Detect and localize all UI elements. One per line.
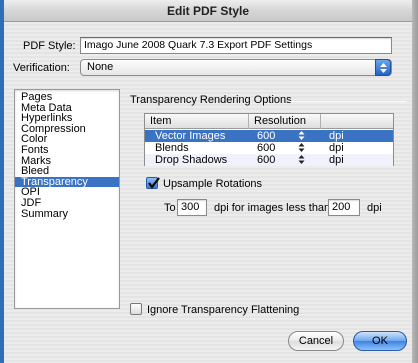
sidebar-item-jdf[interactable]: JDF (15, 198, 119, 209)
row-item-name: Vector Images (155, 130, 226, 142)
row-resolution-value[interactable]: 600 (257, 130, 275, 142)
settings-category-list[interactable]: Pages Meta Data Hyperlinks Compression C… (14, 89, 120, 309)
column-header-resolution[interactable]: Resolution (249, 114, 321, 129)
verification-popup[interactable]: None (80, 59, 392, 76)
sidebar-item-summary[interactable]: Summary (15, 208, 119, 220)
dialog-body: PDF Style: Imago June 2008 Quark 7.3 Exp… (4, 22, 412, 363)
ignore-transparency-flattening-label: Ignore Transparency Flattening (147, 304, 300, 316)
upsample-condition-label: dpi for images less than (214, 202, 331, 214)
popup-arrows-icon (375, 59, 391, 76)
window-title: Edit PDF Style (4, 0, 412, 22)
ok-button[interactable]: OK (353, 331, 407, 351)
row-resolution-value[interactable]: 600 (257, 142, 275, 154)
row-item-name: Drop Shadows (155, 154, 228, 166)
window-shadow-edge (412, 0, 418, 363)
row-resolution-value[interactable]: 600 (257, 154, 275, 166)
upsample-rotations-checkbox[interactable] (146, 177, 160, 189)
upsample-threshold-dpi-field[interactable]: 200 (328, 199, 360, 216)
row-item-name: Blends (155, 142, 189, 154)
row-unit: dpi (329, 142, 344, 154)
checkmark-icon (148, 177, 160, 189)
transparency-group-title: Transparency Rendering Options (130, 94, 292, 106)
table-row[interactable]: Drop Shadows 600 dpi (145, 154, 393, 166)
verification-value: None (87, 61, 114, 73)
group-divider (289, 101, 407, 102)
sidebar-item-fonts[interactable]: Fonts (15, 145, 119, 156)
verification-label: Verification: (13, 62, 70, 74)
upsample-to-label: To (164, 202, 176, 214)
sidebar-item-pages[interactable]: Pages (15, 92, 119, 103)
resolution-table[interactable]: Item Resolution Vector Images 600 dpi Bl… (144, 113, 394, 166)
cancel-button[interactable]: Cancel (288, 331, 344, 351)
pdf-style-label: PDF Style: (23, 40, 76, 52)
dialog-frame: Edit PDF Style PDF Style: Imago June 200… (0, 0, 418, 363)
upsample-rotations-label: Upsample Rotations (163, 178, 263, 190)
stepper-icon[interactable] (298, 154, 305, 168)
upsample-target-dpi-field[interactable]: 300 (177, 199, 207, 216)
column-header-item[interactable]: Item (145, 114, 249, 129)
table-row[interactable]: Vector Images 600 dpi (145, 130, 393, 142)
row-unit: dpi (329, 130, 344, 142)
pdf-style-field[interactable]: Imago June 2008 Quark 7.3 Export PDF Set… (80, 37, 392, 54)
row-unit: dpi (329, 154, 344, 166)
ignore-transparency-flattening-checkbox[interactable] (130, 303, 142, 315)
table-row[interactable]: Blends 600 dpi (145, 142, 393, 154)
table-header: Item Resolution (145, 114, 393, 129)
upsample-unit-label: dpi (367, 202, 382, 214)
